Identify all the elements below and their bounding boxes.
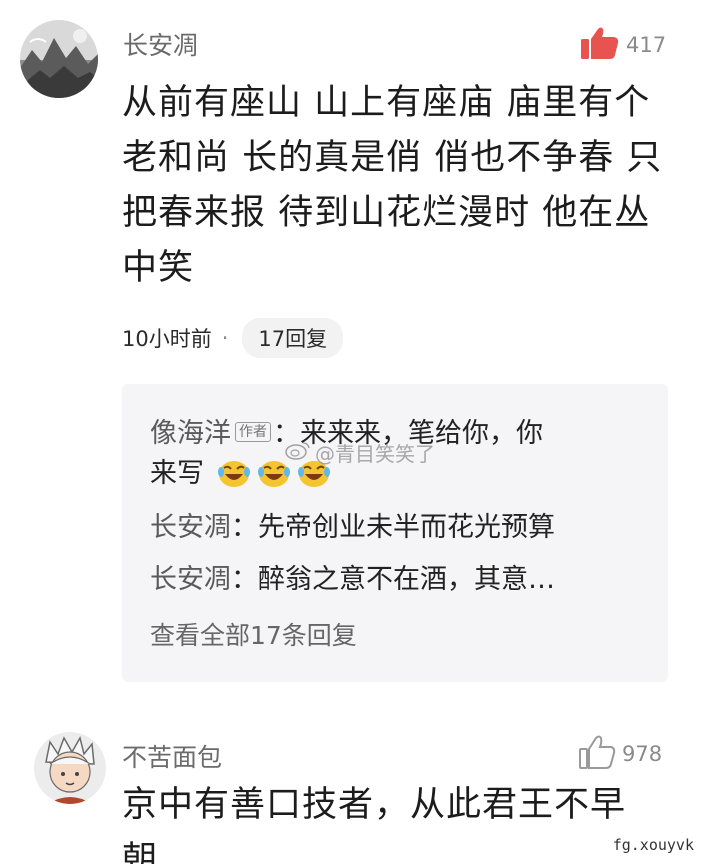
comment-body: 从前有座山 山上有座庙 庙里有个 老和尚 长的真是俏 俏也不争春 只 把春来报 … bbox=[122, 76, 662, 296]
corner-watermark: fg.xouyvk bbox=[612, 836, 694, 854]
comment-line: 把春来报 待到山花烂漫时 他在丛 bbox=[122, 193, 651, 233]
comment-line: 朝 bbox=[122, 840, 159, 864]
timestamp: 10小时前 bbox=[122, 327, 212, 351]
comment-line: 京中有善口技者，从此君王不早 bbox=[122, 785, 627, 825]
username[interactable]: 不苦面包 bbox=[122, 738, 222, 774]
thumbs-up-filled-icon bbox=[580, 26, 620, 64]
reply-username[interactable]: 像海洋 bbox=[150, 418, 231, 449]
reply-text: 来写 bbox=[150, 458, 204, 489]
view-all-replies-link[interactable]: 查看全部17条回复 bbox=[150, 616, 357, 652]
watermark-text: @青目笑笑了 bbox=[315, 442, 435, 466]
reply-item: 长安凋：醉翁之意不在酒，其意… bbox=[150, 560, 555, 600]
like-count: 417 bbox=[626, 33, 667, 57]
watermark: @青目笑笑了 bbox=[285, 438, 435, 467]
separator-dot: · bbox=[221, 326, 229, 350]
comment-thread-screenshot: 长安凋 417 从前有座山 山上有座庙 庙里有个 老和尚 长的真是俏 俏也不争春… bbox=[0, 0, 708, 864]
comment-line: 从前有座山 山上有座庙 庙里有个 bbox=[122, 83, 651, 123]
author-badge: 作者 bbox=[235, 422, 271, 442]
comment-body: 京中有善口技者，从此君王不早 朝 bbox=[122, 778, 626, 864]
avatar[interactable] bbox=[20, 20, 98, 98]
comment-meta: 10小时前 · 17回复 bbox=[122, 318, 344, 358]
thumbs-up-outline-icon bbox=[578, 734, 616, 774]
reply-item: 长安凋：先帝创业未半而花光预算 bbox=[150, 508, 555, 548]
reply-text: ：醉翁之意不在酒，其意… bbox=[231, 564, 555, 595]
reply-username[interactable]: 长安凋 bbox=[150, 512, 231, 543]
laughing-cry-emoji-icon bbox=[217, 458, 251, 500]
comment-line: 老和尚 长的真是俏 俏也不争春 只 bbox=[122, 138, 663, 178]
comment-line: 中笑 bbox=[122, 248, 195, 288]
like-count: 978 bbox=[622, 742, 663, 766]
reply-username[interactable]: 长安凋 bbox=[150, 564, 231, 595]
weibo-logo-icon bbox=[285, 440, 311, 465]
reply-count-button[interactable]: 17回复 bbox=[242, 318, 344, 358]
reply-text: ：先帝创业未半而花光预算 bbox=[231, 512, 555, 543]
like-button[interactable]: 417 bbox=[580, 26, 666, 64]
username[interactable]: 长安凋 bbox=[123, 26, 198, 62]
reply-preview-box[interactable]: 像海洋 作者 ：来来来，笔给你，你 来写 长安凋：先帝创业未半而花光预算 长安凋… bbox=[122, 384, 668, 682]
avatar[interactable] bbox=[34, 732, 106, 804]
like-button[interactable]: 978 bbox=[578, 734, 662, 774]
